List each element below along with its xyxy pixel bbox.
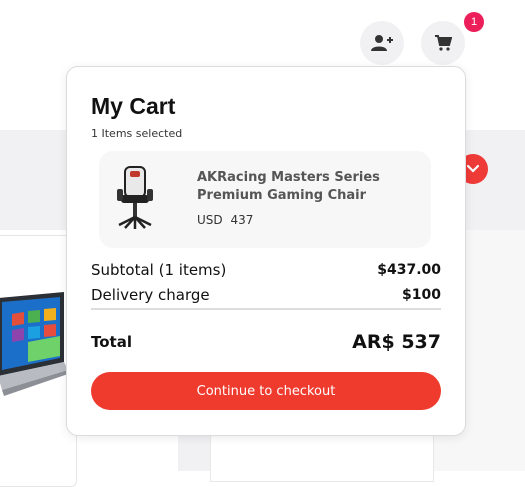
subtotal-label: Subtotal (1 items): [91, 261, 227, 279]
cart-title: My Cart: [91, 93, 176, 119]
laptop-product-image: [0, 292, 68, 396]
checkout-button[interactable]: Continue to checkout: [91, 372, 441, 410]
subtotal-row: Subtotal (1 items) $437.00: [91, 261, 441, 279]
cart-button[interactable]: [421, 21, 465, 65]
cart-item-name[interactable]: AKRacing Masters Series Premium Gaming C…: [197, 169, 407, 205]
chevron-down-icon: [467, 165, 479, 173]
cart-icon: [435, 35, 452, 51]
cart-items-count: 1 Items selected: [91, 127, 183, 140]
total-row: Total AR$ 537: [91, 331, 441, 353]
cart-item-price: USD 437: [197, 213, 253, 227]
totals-divider: [91, 308, 441, 310]
subtotal-value: $437.00: [377, 262, 441, 278]
add-user-icon: [371, 35, 393, 51]
cart-item-currency: USD: [197, 213, 223, 227]
total-value: AR$ 537: [352, 331, 441, 353]
cart-item-amount: 437: [230, 213, 254, 227]
gaming-chair-image: [117, 166, 153, 229]
delivery-row: Delivery charge $100: [91, 286, 441, 304]
add-user-button[interactable]: [360, 21, 404, 65]
total-label: Total: [91, 333, 132, 351]
delivery-label: Delivery charge: [91, 286, 210, 304]
cart-item[interactable]: AKRacing Masters Series Premium Gaming C…: [99, 151, 431, 248]
cart-count-badge: 1: [464, 12, 484, 32]
delivery-value: $100: [402, 287, 441, 303]
cart-popover: My Cart 1 Items selected AKRacing Master…: [66, 66, 466, 436]
